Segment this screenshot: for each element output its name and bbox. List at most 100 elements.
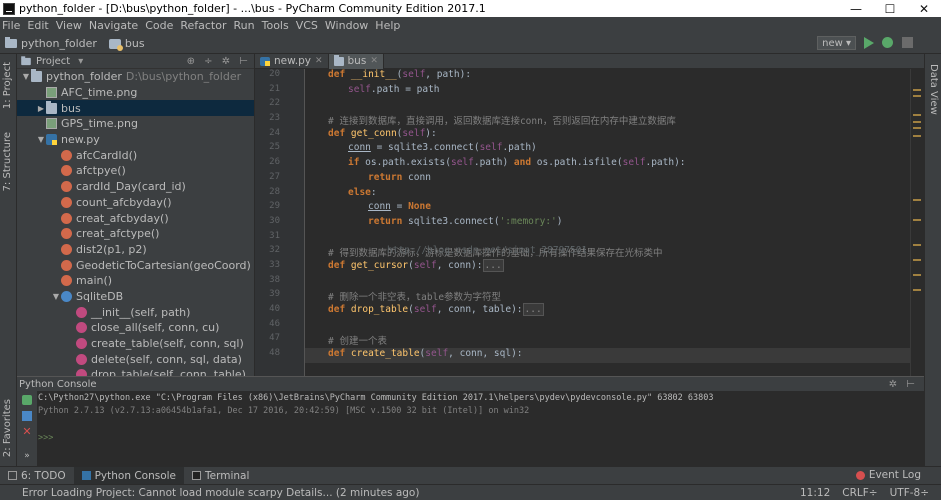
code-line[interactable]: 40 def drop_table(self, conn, table):... [269,303,910,319]
caret-position[interactable]: 11:12 [800,487,830,499]
console-prompt[interactable]: >>> [38,433,924,446]
code-line[interactable]: 48 def create_table(self, conn, sql): [269,348,910,363]
right-tool-strip: Data View [924,54,941,466]
tree-item[interactable]: ▼ new.py [17,132,254,148]
code-line[interactable]: 28 else: [269,187,910,202]
tree-item[interactable]: ▶ bus [17,100,254,117]
event-log[interactable]: Event Log [855,469,921,481]
code-line[interactable]: 24 def get_conn(self): [269,128,910,143]
tab-terminal[interactable]: Terminal [184,467,257,485]
menu-window[interactable]: Window [325,19,368,32]
tree-item[interactable]: main() [17,273,254,289]
project-view-select[interactable]: Project ▾ [20,56,83,67]
expand-arrow-icon[interactable]: ▼ [36,135,46,144]
menu-run[interactable]: Run [234,19,255,32]
maximize-button[interactable]: ☐ [873,2,907,16]
menu-file[interactable]: File [2,19,20,32]
error-stripe[interactable] [910,69,924,376]
menu-navigate[interactable]: Navigate [89,19,138,32]
tree-item[interactable]: ▼ SqliteDB [17,289,254,305]
editor-tab[interactable]: bus ✕ [328,53,384,69]
code-line[interactable]: 20 def __init__(self, path): [269,69,910,84]
tree-item[interactable]: count_afcbyday() [17,195,254,211]
run-icon[interactable] [864,37,874,49]
stop-icon[interactable] [902,37,913,48]
tree-item[interactable]: AFC_time.png [17,85,254,101]
tree-item[interactable]: close_all(self, conn, cu) [17,320,254,336]
tree-item[interactable]: GeodeticToCartesian(geoCoord) [17,257,254,273]
menu-edit[interactable]: Edit [27,19,48,32]
img-icon [46,87,57,99]
tree-item[interactable]: ▼ python_folder D:\bus\python_folder [17,69,254,85]
tree-item[interactable]: afctpye() [17,163,254,179]
tree-item[interactable]: create_table(self, conn, sql) [17,336,254,352]
tree-item[interactable]: cardId_Day(card_id) [17,179,254,195]
code-line[interactable]: 23 # 连接到数据库，直接调用，返回数据库连接conn，否则返回在内存中建立数据… [269,113,910,128]
code-line[interactable]: 47 # 创建一个表 [269,333,910,348]
tab-favorites[interactable]: 2: Favorites [2,399,13,457]
code-line[interactable]: 31 [269,231,910,246]
menu-vcs[interactable]: VCS [296,19,318,32]
tab-data-view[interactable]: Data View [928,64,939,115]
tree-item[interactable]: __init__(self, path) [17,304,254,320]
more-icon[interactable]: » [22,451,32,461]
code-line[interactable]: 39 # 删除一个非空表，table参数为字符型 [269,289,910,304]
tab-todo[interactable]: 6: TODO [0,467,74,485]
close-console-icon[interactable]: ✕ [22,426,32,437]
rerun-icon[interactable] [22,395,32,405]
expand-arrow-icon[interactable]: ▶ [36,104,46,113]
menu-view[interactable]: View [56,19,82,32]
code-line[interactable]: 33 def get_cursor(self, conn):... [269,258,910,275]
line-separator[interactable]: CRLF÷ [842,487,877,499]
menu-refactor[interactable]: Refactor [180,19,226,32]
breadcrumb-project[interactable]: python_folder [5,37,97,50]
code-line[interactable]: 27 return conn [269,172,910,187]
line-number: 40 [269,304,280,314]
tab-python-console[interactable]: Python Console [73,466,185,485]
minimize-button[interactable]: — [839,2,873,16]
close-tab-icon[interactable]: ✕ [370,56,378,66]
code-line[interactable]: 38 [269,275,910,290]
expand-arrow-icon[interactable]: ▼ [21,72,31,81]
tree-item-label: close_all(self, conn, cu) [91,321,220,335]
menu-help[interactable]: Help [375,19,400,32]
tree-item-label: __init__(self, path) [91,305,191,319]
settings-icon[interactable] [22,411,32,421]
code-line[interactable]: 46 [269,319,910,334]
tree-item[interactable]: afcCardId() [17,147,254,163]
code-line[interactable]: 26 if os.path.exists(self.path) and os.pa… [269,157,910,172]
run-configuration-select[interactable]: new ▾ [817,36,856,50]
expand-arrow-icon[interactable]: ▼ [51,292,61,301]
tab-structure[interactable]: 7: Structure [2,132,13,191]
tree-item[interactable]: drop_table(self, conn, table) [17,367,254,376]
tree-item[interactable]: dist2(p1, p2) [17,242,254,258]
code-editor[interactable]: 20 def __init__(self, path): 21 self.path =… [255,69,924,376]
console-tools[interactable]: ✲ ⊢ [889,379,924,390]
code-line[interactable]: 30 return sqlite3.connect(':memory:') [269,216,910,231]
code-line[interactable]: 25 conn = sqlite3.connect(self.path) [269,142,910,157]
debug-icon[interactable] [882,37,893,48]
tree-item-label: delete(self, conn, sql, data) [91,352,242,366]
file-encoding[interactable]: UTF-8÷ [890,487,929,499]
tree-item[interactable]: GPS_time.png [17,116,254,132]
code-line[interactable]: 21 self.path = path [269,84,910,99]
code-line[interactable]: 22 [269,98,910,113]
tree-item[interactable]: delete(self, conn, sql, data) [17,351,254,367]
close-button[interactable]: ✕ [907,2,941,16]
menu-tools[interactable]: Tools [262,19,289,32]
code-text: if os.path.exists(self.path) and os.path… [348,157,686,169]
project-panel-tools[interactable]: ⊕ ÷ ✲ ⊢ [187,56,254,67]
status-message[interactable]: Error Loading Project: Cannot load modul… [0,487,800,499]
console-output[interactable]: C:\Python27\python.exe "C:\Program Files… [38,393,924,446]
tree-item-label: python_folder [46,70,122,84]
tree-item[interactable]: creat_afctype() [17,226,254,242]
editor-tab[interactable]: new.py ✕ [255,53,329,69]
tab-project[interactable]: 1: Project [2,62,13,109]
close-tab-icon[interactable]: ✕ [315,56,323,66]
code-line[interactable]: 29 conn = None [269,201,910,216]
menu-code[interactable]: Code [145,19,173,32]
fn-icon [61,275,72,287]
tree-item[interactable]: creat_afcbyday() [17,210,254,226]
breadcrumb-folder[interactable]: bus [108,37,145,51]
code-area[interactable]: 20 def __init__(self, path): 21 self.path =… [269,69,910,363]
